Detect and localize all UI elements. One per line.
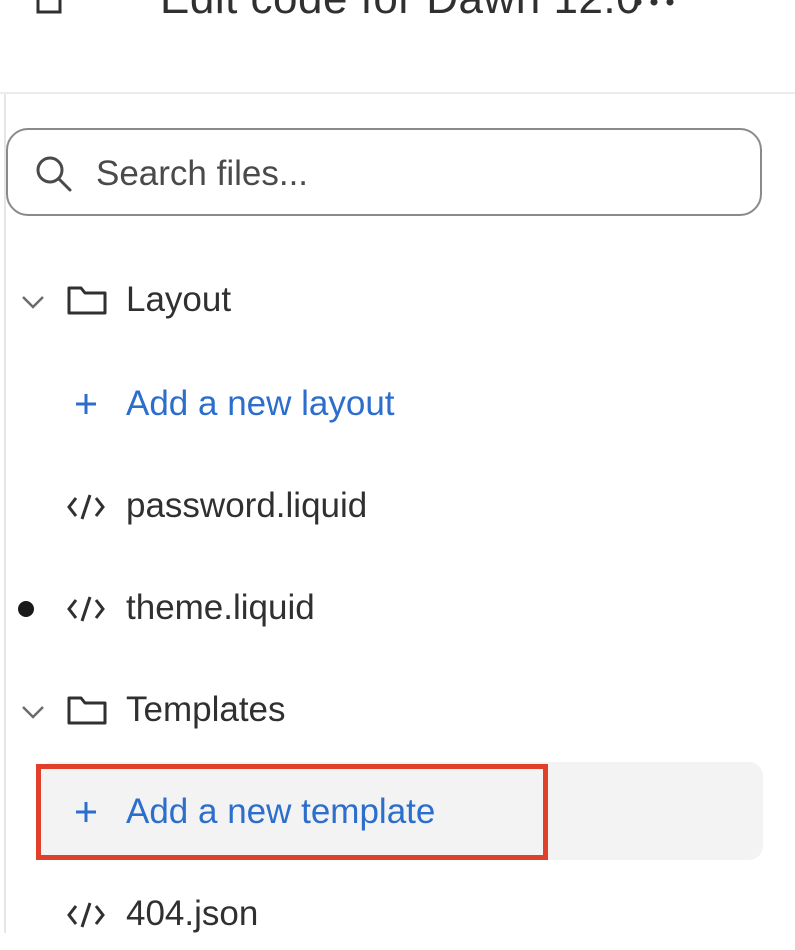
editor-header: Edit code for Dawn 12.0	[0, 0, 795, 94]
search-input[interactable]	[94, 146, 738, 202]
folder-icon	[67, 696, 107, 725]
unsaved-indicator-icon	[18, 601, 34, 617]
code-file-icon	[67, 596, 105, 622]
plus-icon	[76, 394, 96, 414]
file-row[interactable]: password.liquid	[0, 472, 795, 542]
chevron-down-icon	[22, 296, 44, 309]
folder-row-templates[interactable]: Templates	[0, 676, 795, 746]
file-name: 404.json	[126, 894, 259, 933]
ellipsis-icon[interactable]	[632, 0, 676, 10]
back-arrow-icon[interactable]	[34, 0, 64, 16]
file-row[interactable]: theme.liquid	[0, 574, 795, 644]
search-box[interactable]	[6, 128, 762, 216]
file-row[interactable]: 404.json	[0, 880, 795, 950]
highlight-annotation	[36, 764, 548, 860]
code-file-icon	[67, 494, 105, 520]
page-title: Edit code for Dawn 12.0	[160, 0, 641, 24]
file-name: theme.liquid	[126, 588, 315, 627]
folder-icon	[67, 286, 107, 315]
code-file-icon	[67, 902, 105, 928]
folder-row-layout[interactable]: Layout	[0, 266, 795, 336]
folder-label-templates: Templates	[126, 690, 286, 729]
folder-label-layout: Layout	[126, 280, 232, 319]
add-layout-label: Add a new layout	[126, 384, 395, 423]
search-icon	[36, 156, 72, 192]
chevron-down-icon	[22, 706, 44, 719]
file-name: password.liquid	[126, 486, 368, 525]
add-layout-link[interactable]: Add a new layout	[0, 370, 795, 440]
